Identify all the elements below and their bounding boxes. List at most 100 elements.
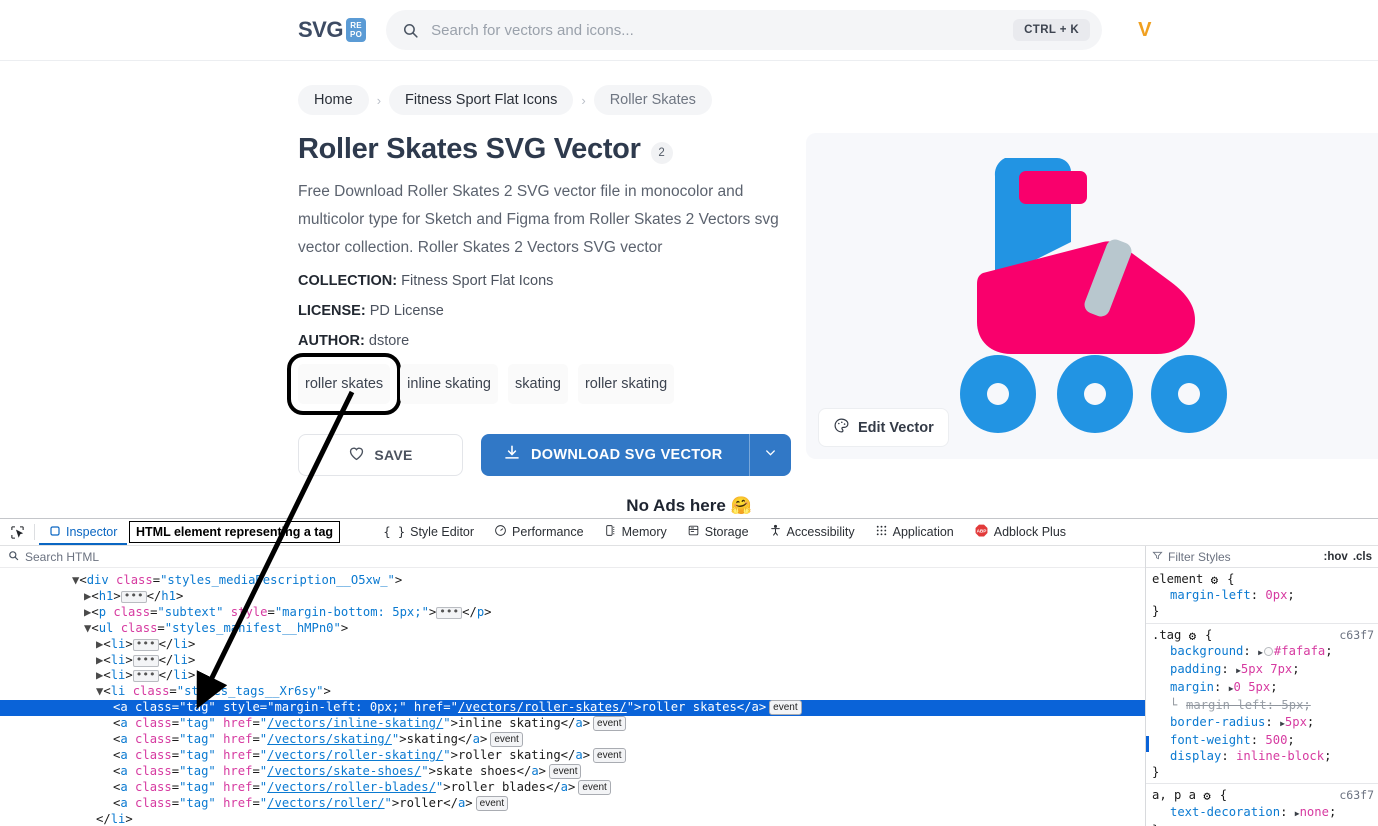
tab-inspector-label: Inspector [66,525,118,539]
markup-line[interactable]: <a class="tag" href="/vectors/roller-ska… [0,747,1145,764]
declaration[interactable]: background: ▶ #fafafa; [1152,643,1378,661]
declaration-overridden[interactable]: └ margin left: 5px; [1152,697,1378,713]
markup-line[interactable]: ▶<li> ••• </li> [0,668,1145,684]
style-rule-anchor-pa: a, p a ⚙ {c63f7 text-decoration: ▶none; … [1146,784,1378,826]
anchor-href[interactable]: /vectors/skate-shoes/ [267,764,421,778]
declaration[interactable]: margin: ▶0 5px; [1152,679,1378,697]
meta-label-license: LICENSE: [298,303,366,319]
collapsed-content-icon[interactable]: ••• [436,606,463,619]
svgrepo-logo[interactable]: SVG RE PO [298,17,367,43]
rule-selector[interactable]: .tag ⚙ {c63f7 [1152,627,1378,643]
edit-vector-button[interactable]: Edit Vector [818,408,949,447]
anchor-href[interactable]: /vectors/inline-skating/ [267,716,443,730]
markup-line[interactable]: <a class="tag" href="/vectors/roller/">r… [0,795,1145,812]
markup-line[interactable]: ▼<ul class="styles_manifest__hMPn0"> [0,621,1145,637]
expand-triangle-icon[interactable]: ▶ [1258,648,1263,657]
anchor-href[interactable]: /vectors/roller-skating/ [267,748,443,762]
download-options-button[interactable] [748,434,791,476]
declaration[interactable]: font-weight: 500; [1152,732,1378,748]
download-button-main[interactable]: DOWNLOAD SVG VECTOR [481,434,749,476]
event-badge[interactable]: event [549,763,582,779]
markup-line[interactable]: <a class="tag" href="/vectors/roller-bla… [0,779,1145,796]
breadcrumb-collection[interactable]: Fitness Sport Flat Icons [389,85,574,115]
save-button[interactable]: SAVE [298,434,463,476]
event-badge[interactable]: event [475,795,509,811]
tag-inline-skating[interactable]: inline skating [400,364,498,404]
element-picker-icon[interactable] [4,525,30,540]
vector-preview-panel: Edit Vector [806,133,1378,459]
markup-line[interactable]: <a class="tag" href="/vectors/inline-ska… [0,716,1145,732]
search-shortcut-hint: CTRL + K [1013,19,1091,41]
collapsed-content-icon[interactable]: ••• [120,590,147,603]
gear-icon[interactable]: ⚙ [1211,572,1220,587]
meta-value-license: PD License [369,303,444,319]
declaration[interactable]: display: inline-block; [1152,748,1378,764]
inspector-icon [49,525,61,540]
markup-line[interactable]: ▶<li> ••• </li> [0,653,1145,669]
markup-line[interactable]: ▶<h1> ••• </h1> [0,589,1145,605]
search-icon [8,550,19,564]
event-badge[interactable]: event [593,747,626,763]
anchor-href[interactable]: /vectors/roller-blades/ [267,780,436,794]
markup-line[interactable]: ▼<li class="styles_tags__Xr6sy"> [0,684,1145,700]
markup-line[interactable]: <a class="tag" href="/vectors/skating/">… [0,732,1145,748]
tab-performance[interactable]: Performance [484,519,594,545]
event-badge[interactable]: event [490,732,523,748]
download-button[interactable]: DOWNLOAD SVG VECTOR [481,434,791,476]
markup-line-close-li[interactable]: </li> [0,812,1145,826]
anchor-href[interactable]: /vectors/roller-skates/ [458,700,627,714]
meta-label-author: AUTHOR: [298,333,365,349]
breadcrumb-home[interactable]: Home [298,85,369,115]
declaration[interactable]: text-decoration: ▶none; [1152,804,1378,822]
rule-selector[interactable]: a, p a ⚙ {c63f7 [1152,787,1378,803]
declaration[interactable]: border-radius: ▶5px; [1152,714,1378,732]
markup-line[interactable]: <a class="tag" href="/vectors/skate-shoe… [0,763,1145,780]
collapsed-content-icon[interactable]: ••• [132,654,159,667]
tab-accessibility[interactable]: Accessibility [759,519,865,545]
markup-line[interactable]: ▼<div class="styles_mediaDescription__O5… [0,573,1145,589]
markup-line[interactable]: ▶<li> ••• </li> [0,637,1145,653]
styles-rules: element ⚙ { margin-left: 0px; } .tag ⚙ {… [1146,568,1378,826]
color-swatch[interactable] [1263,646,1273,656]
download-button-label: DOWNLOAD SVG VECTOR [531,447,723,463]
tab-storage[interactable]: Storage [677,519,759,545]
anchor-href[interactable]: /vectors/roller/ [267,796,384,810]
tab-memory[interactable]: Memory [594,519,677,545]
event-badge[interactable]: event [593,716,626,732]
tag-roller-skates[interactable]: roller skates [286,353,402,415]
download-icon [503,444,521,466]
anchor-href[interactable]: /vectors/skating/ [267,732,392,746]
tab-application[interactable]: Application [865,519,964,545]
header-nav-cut[interactable]: V [1138,19,1151,42]
gear-icon[interactable]: ⚙ [1203,788,1212,803]
search-bar[interactable]: CTRL + K [386,10,1103,50]
collapsed-content-icon[interactable]: ••• [132,638,159,651]
tab-style-editor[interactable]: { } Style Editor [373,519,484,545]
devtools-body: Search HTML ▼<div class="styles_mediaDes… [0,546,1378,826]
rule-selector[interactable]: element ⚙ { [1152,571,1378,587]
declaration[interactable]: padding: ▶5px 7px; [1152,661,1378,679]
markup-line-selected[interactable]: <a class="tag" style="margin-left: 0px;"… [0,700,1145,717]
collapsed-content-icon[interactable]: ••• [132,669,159,683]
event-badge[interactable]: event [769,700,802,716]
markup-view: Search HTML ▼<div class="styles_mediaDes… [0,546,1145,826]
declaration[interactable]: margin-left: 0px; [1152,587,1378,603]
tab-adblock-plus[interactable]: ABP Adblock Plus [964,519,1076,545]
rule-source[interactable]: c63f7 [1339,787,1374,803]
event-badge[interactable]: event [578,779,611,795]
rule-source[interactable]: c63f7 [1339,627,1374,643]
filter-icon [1152,550,1163,564]
tab-inspector[interactable]: Inspector [39,519,127,545]
gear-icon[interactable]: ⚙ [1189,628,1198,643]
markup-line[interactable]: ▶<p class="subtext" style="margin-bottom… [0,605,1145,621]
tab-memory-label: Memory [621,525,667,539]
tag-roller-skating[interactable]: roller skating [577,364,675,404]
filter-styles-input[interactable]: Filter Styles [1168,550,1319,564]
search-input[interactable] [429,20,1004,40]
hov-toggle[interactable]: :hov [1324,551,1348,563]
media-description: Roller Skates SVG Vector 2 Free Download… [0,133,806,476]
search-html-bar[interactable]: Search HTML [0,546,1145,568]
tag-skating[interactable]: skating [508,364,568,404]
cls-toggle[interactable]: .cls [1353,551,1372,563]
breadcrumb-separator: › [581,92,586,108]
